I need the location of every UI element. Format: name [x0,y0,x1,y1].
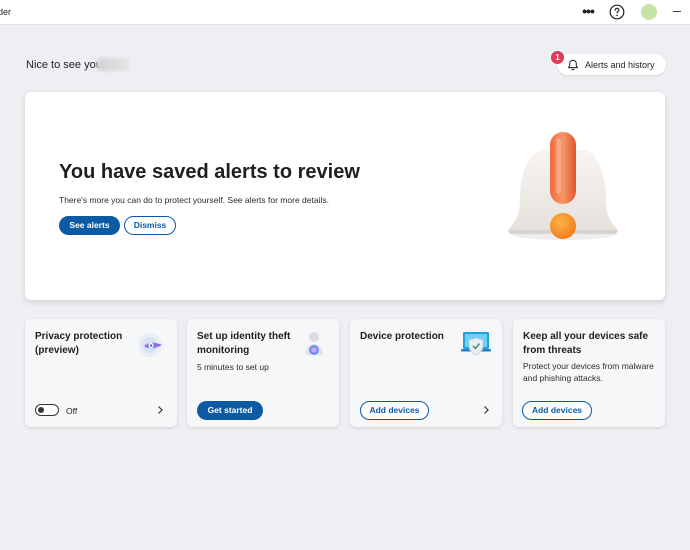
add-devices-button[interactable]: Add devices [360,401,429,420]
alerts-history-label: Alerts and history [585,59,655,70]
identity-monitoring-title: Set up identity theft monitoring [197,330,290,358]
get-started-button[interactable]: Get started [197,401,263,420]
card-desc-line: Protect your devices from malware [523,361,654,371]
device-protection-title: Device protection [360,331,444,342]
card-title-line: Privacy protection [35,331,123,342]
help-icon[interactable] [609,4,625,20]
card-title-line: (preview) [35,345,79,356]
add-devices-button[interactable]: Add devices [522,401,592,420]
card-title-line: Keep all your devices safe [523,331,649,342]
privacy-toggle-label: Off [66,406,78,416]
privacy-protection-title: Privacy protection (preview) [35,330,122,358]
device-protection-card[interactable]: Device protection Add devices [350,319,502,427]
alerts-history-button[interactable]: Alerts and history [557,54,666,75]
card-title-line: monitoring [197,345,250,356]
app-title: der [0,7,12,17]
chevron-right-icon[interactable] [481,405,491,415]
card-title-line: from threats [523,345,582,356]
alert-bell-illustration [508,132,618,240]
identity-monitoring-description: 5 minutes to set up [197,362,269,372]
see-alerts-button[interactable]: See alerts [59,216,120,235]
banner-description: There's more you can do to protect yours… [59,195,329,205]
keep-devices-safe-card[interactable]: Keep all your devices safe from threats … [513,319,665,427]
privacy-toggle[interactable] [35,404,59,416]
card-desc-line: and phishing attacks. [523,373,603,383]
title-bar: der ••• [0,0,690,25]
user-name-redacted [97,58,129,71]
toggle-knob [38,407,44,413]
card-title-line: Set up identity theft [197,331,291,342]
saved-alerts-banner: You have saved alerts to review There's … [25,92,665,300]
minimize-icon[interactable] [673,11,681,12]
banner-title: You have saved alerts to review [59,161,360,183]
device-laptop-icon [461,332,491,356]
chevron-right-icon[interactable] [155,405,165,415]
privacy-protection-card[interactable]: Privacy protection (preview) Off [25,319,177,427]
identity-monitoring-card[interactable]: Set up identity theft monitoring 5 minut… [187,319,339,427]
more-icon[interactable]: ••• [578,3,598,21]
dismiss-button[interactable]: Dismiss [124,216,176,235]
privacy-shield-icon [138,333,162,357]
alert-count-badge: 1 [551,51,564,64]
identity-icon [305,332,323,355]
greeting-text: Nice to see you, [26,59,105,71]
keep-devices-safe-description: Protect your devices from malware and ph… [523,360,654,384]
bell-icon [567,59,579,70]
keep-devices-safe-title: Keep all your devices safe from threats [523,330,648,358]
avatar[interactable] [641,4,657,20]
